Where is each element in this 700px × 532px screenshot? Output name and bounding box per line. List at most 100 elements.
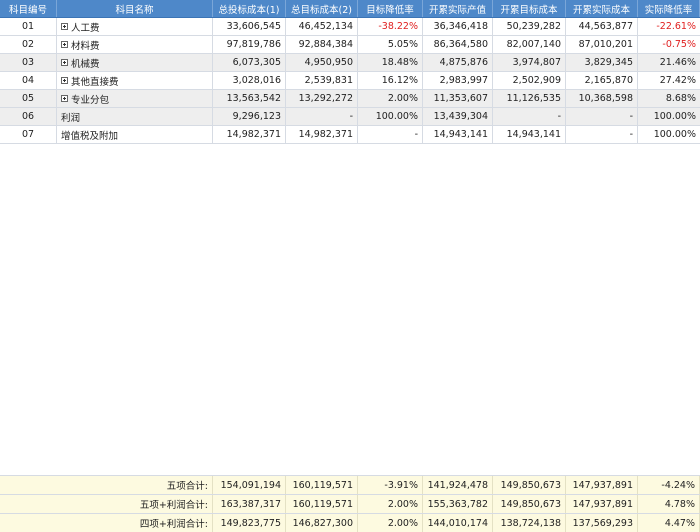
total-target-cost: 160,119,571 — [286, 476, 358, 494]
cell-actual-reduction: 8.68% — [665, 93, 696, 104]
cell-actual-reduction: 100.00% — [653, 129, 696, 140]
cell-cum-actual-cost: 87,010,201 — [566, 36, 638, 53]
cell-actual-reduction: 27.42% — [659, 75, 696, 86]
cell-target-reduction: 16.12% — [358, 72, 423, 89]
total-actual-reduction: 4.78% — [638, 495, 700, 513]
table-row[interactable]: 04 其他直接费 3,028,016 2,539,831 16.12% 2,983,997… — [0, 72, 700, 90]
cell-cum-actual-cost: 3,829,345 — [566, 54, 638, 71]
header-name[interactable]: 科目名称 — [57, 0, 213, 17]
cell-bid-cost: 97,819,786 — [213, 36, 286, 53]
totals-row: 四项+利润合计: 149,823,775 146,827,300 2.00% 144,0… — [0, 513, 700, 532]
cell-cum-target-cost: 50,239,282 — [493, 18, 566, 35]
cell-target-cost: 14,982,371 — [286, 126, 358, 143]
total-target-cost: 160,119,571 — [286, 495, 358, 513]
cell-bid-cost: 9,296,123 — [213, 108, 286, 125]
header-target-cost[interactable]: 总目标成本(2) — [286, 0, 358, 17]
expand-icon[interactable] — [61, 95, 68, 102]
cell-name: 利润 — [57, 108, 213, 125]
expand-icon[interactable] — [61, 59, 68, 66]
cell-bid-cost: 3,028,016 — [213, 72, 286, 89]
table-row[interactable]: 03 机械费 6,073,305 4,950,950 18.48% 4,875,876 3,… — [0, 54, 700, 72]
expand-icon[interactable] — [61, 77, 68, 84]
total-actual-reduction: 4.47% — [638, 514, 700, 532]
cell-name-text: 利润 — [61, 112, 81, 124]
cell-actual-reduction: -0.75% — [662, 39, 696, 50]
header-actual-reduction[interactable]: 实际降低率 — [638, 0, 700, 17]
header-bid-cost[interactable]: 总投标成本(1) — [213, 0, 286, 17]
cell-cum-target-cost: 2,502,909 — [493, 72, 566, 89]
table-row[interactable]: 01 人工费 33,606,545 46,452,134 -38.22% 36,346,4… — [0, 18, 700, 36]
header-cum-target-cost[interactable]: 开累目标成本 — [493, 0, 566, 17]
total-target-reduction: 2.00% — [358, 514, 423, 532]
cell-bid-cost: 14,982,371 — [213, 126, 286, 143]
total-target-cost: 146,827,300 — [286, 514, 358, 532]
table-body: 01 人工费 33,606,545 46,452,134 -38.22% 36,346,4… — [0, 18, 700, 144]
totals-row: 五项+利润合计: 163,387,317 160,119,571 2.00% 155,3… — [0, 494, 700, 513]
cell-code: 03 — [0, 54, 57, 71]
cell-cum-target-cost: 14,943,141 — [493, 126, 566, 143]
cell-actual-output: 11,353,607 — [423, 90, 493, 107]
total-target-reduction: 2.00% — [358, 495, 423, 513]
total-cum-target-cost: 149,850,673 — [493, 495, 566, 513]
header-actual-output[interactable]: 开累实际产值 — [423, 0, 493, 17]
total-actual-output: 144,010,174 — [423, 514, 493, 532]
total-actual-output: 155,363,782 — [423, 495, 493, 513]
cell-name-text: 专业分包 — [71, 94, 110, 106]
cell-target-reduction: 2.00% — [358, 90, 423, 107]
total-cum-target-cost: 138,724,138 — [493, 514, 566, 532]
table-row[interactable]: 02 材料费 97,819,786 92,884,384 5.05% 86,364,580… — [0, 36, 700, 54]
cell-cum-target-cost: 3,974,807 — [493, 54, 566, 71]
header-code[interactable]: 科目编号 — [0, 0, 57, 17]
cell-name: 其他直接费 — [57, 72, 213, 89]
cell-target-cost: 2,539,831 — [286, 72, 358, 89]
total-cum-target-cost: 149,850,673 — [493, 476, 566, 494]
cell-name: 增值税及附加 — [57, 126, 213, 143]
total-bid-cost: 149,823,775 — [213, 514, 286, 532]
cell-actual-reduction: -22.61% — [656, 21, 696, 32]
cell-name-text: 材料费 — [71, 40, 100, 52]
cell-bid-cost: 13,563,542 — [213, 90, 286, 107]
cell-code: 02 — [0, 36, 57, 53]
cell-target-cost: 46,452,134 — [286, 18, 358, 35]
cell-target-reduction: 100.00% — [358, 108, 423, 125]
total-actual-output: 141,924,478 — [423, 476, 493, 494]
totals-label: 五项合计: — [0, 476, 213, 494]
cell-name: 人工费 — [57, 18, 213, 35]
cost-table: 科目编号 科目名称 总投标成本(1) 总目标成本(2) 目标降低率 开累实际产值… — [0, 0, 700, 144]
table-row[interactable]: 05 专业分包 13,563,542 13,292,272 2.00% 11,353,60… — [0, 90, 700, 108]
table-row[interactable]: 07 增值税及附加 14,982,371 14,982,371-14,943,141 1… — [0, 126, 700, 144]
cell-code: 04 — [0, 72, 57, 89]
cell-cum-actual-cost: 44,563,877 — [566, 18, 638, 35]
total-bid-cost: 154,091,194 — [213, 476, 286, 494]
cell-target-reduction: 18.48% — [358, 54, 423, 71]
cell-cum-actual-cost: - — [566, 126, 638, 143]
expand-icon[interactable] — [61, 23, 68, 30]
header-target-reduction[interactable]: 目标降低率 — [358, 0, 423, 17]
cell-name-text: 增值税及附加 — [61, 130, 119, 142]
cell-actual-output: 13,439,304 — [423, 108, 493, 125]
cell-code: 06 — [0, 108, 57, 125]
cell-target-reduction: - — [358, 126, 423, 143]
cell-cum-target-cost: 82,007,140 — [493, 36, 566, 53]
total-bid-cost: 163,387,317 — [213, 495, 286, 513]
header-cum-actual-cost[interactable]: 开累实际成本 — [566, 0, 638, 17]
cell-actual-reduction: 21.46% — [659, 57, 696, 68]
cell-name: 专业分包 — [57, 90, 213, 107]
cell-actual-output: 4,875,876 — [423, 54, 493, 71]
cell-target-reduction: 5.05% — [358, 36, 423, 53]
total-actual-reduction: -4.24% — [638, 476, 700, 494]
cell-name-text: 机械费 — [71, 58, 100, 70]
totals-label: 四项+利润合计: — [0, 514, 213, 532]
cell-code: 07 — [0, 126, 57, 143]
cell-cum-target-cost: - — [493, 108, 566, 125]
cell-target-cost: 13,292,272 — [286, 90, 358, 107]
cell-name-text: 人工费 — [71, 22, 100, 34]
cell-cum-actual-cost: 10,368,598 — [566, 90, 638, 107]
cell-name-text: 其他直接费 — [71, 76, 119, 88]
expand-icon[interactable] — [61, 41, 68, 48]
totals-section: 五项合计: 154,091,194 160,119,571 -3.91% 141,924… — [0, 475, 700, 532]
cell-code: 05 — [0, 90, 57, 107]
total-cum-actual-cost: 147,937,891 — [566, 495, 638, 513]
cell-cum-actual-cost: - — [566, 108, 638, 125]
table-row[interactable]: 06 利润 9,296,123-100.00% 13,439,304- -100.00% — [0, 108, 700, 126]
